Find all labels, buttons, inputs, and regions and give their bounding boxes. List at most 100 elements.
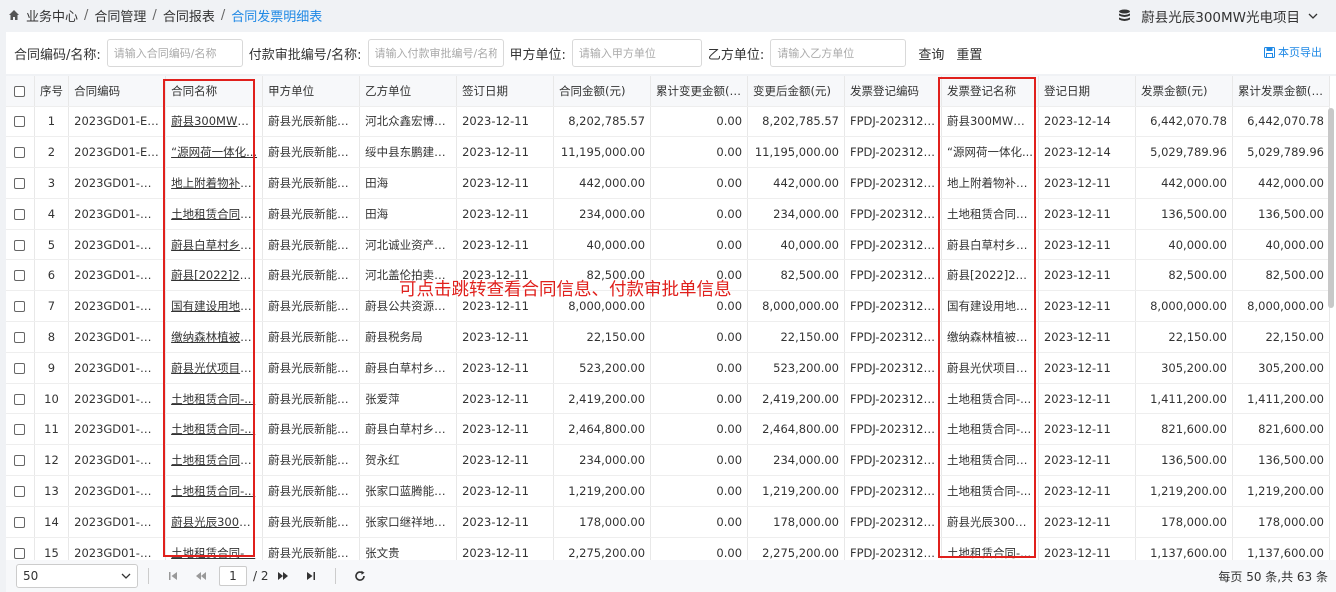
contract-name-link[interactable]: 土地租赁合同-... xyxy=(171,392,255,406)
table-cell-link[interactable]: 蔚县白草村乡楼... xyxy=(941,229,1039,261)
contract-name-link[interactable]: “源网荷一体化... xyxy=(171,145,257,159)
reset-button[interactable]: 重置 xyxy=(956,44,982,63)
table-cell-link[interactable]: 蔚县光辰300M... xyxy=(165,506,264,538)
contract-name-link[interactable]: 地上附着物补偿... xyxy=(171,176,261,190)
contract-search-input[interactable] xyxy=(106,39,243,67)
table-cell-link[interactable]: 地上附着物补偿... xyxy=(941,167,1039,199)
contract-name-link[interactable]: 土地租赁合同楼... xyxy=(171,453,261,467)
table-cell-link[interactable]: 土地租赁合同（... xyxy=(165,198,264,230)
table-cell-link[interactable]: 土地租赁合同-... xyxy=(165,537,264,560)
table-cell-link[interactable]: 地上附着物补偿... xyxy=(165,167,264,199)
table-row[interactable]: 13 2023GD01-D&... 土地租赁合同-... 蔚县光辰新能源... 张家口蓝… xyxy=(6,475,1331,507)
column-header[interactable]: 发票登记名称 xyxy=(941,76,1039,107)
row-checkbox[interactable] xyxy=(6,229,35,261)
table-cell-link[interactable]: 土地租赁合同-... xyxy=(165,413,264,446)
table-cell-link[interactable]: 土地租赁合同-... xyxy=(941,413,1039,446)
row-checkbox[interactable] xyxy=(6,352,35,384)
table-cell-link[interactable]: 蔚县[2022]20号... xyxy=(941,259,1039,292)
contract-name-link[interactable]: 土地租赁合同-... xyxy=(171,484,255,498)
breadcrumb-item-report[interactable]: 合同报表 xyxy=(163,6,215,25)
table-cell-link[interactable]: 蔚县光辰300M... xyxy=(941,506,1039,538)
row-checkbox[interactable] xyxy=(6,106,35,138)
table-cell-link[interactable]: 土地租赁合同-... xyxy=(941,475,1039,507)
table-cell-link[interactable]: 土地租赁合同-... xyxy=(165,383,264,415)
column-header[interactable]: 签订日期 xyxy=(456,76,555,107)
contract-name-link[interactable]: 土地租赁合同-... xyxy=(171,422,255,436)
row-checkbox[interactable] xyxy=(6,506,35,538)
table-cell-link[interactable]: 国有建设用地使... xyxy=(941,290,1039,323)
party-a-input[interactable] xyxy=(571,39,702,67)
table-row[interactable]: 7 2023GD01-D&... 国有建设用地使... 蔚县光辰新能源... 蔚县公共资… xyxy=(6,290,1331,323)
column-header[interactable]: 合同名称 xyxy=(165,76,264,107)
first-page-icon[interactable] xyxy=(163,566,183,586)
select-all-checkbox[interactable] xyxy=(6,76,35,107)
table-row[interactable]: 9 2023GD01-D&... 蔚县光伏项目与... 蔚县光辰新能源... 蔚县白草村… xyxy=(6,352,1331,384)
column-header[interactable]: 发票金额(元) xyxy=(1135,76,1233,107)
table-row[interactable]: 8 2023GD01-D&... 缴纳森林植被恢... 蔚县光辰新能源... 蔚县税务局… xyxy=(6,321,1331,353)
contract-name-link[interactable]: 国有建设用地使... xyxy=(171,299,261,313)
project-selector[interactable]: 蔚县光辰300MW光电项目 xyxy=(1118,6,1318,26)
table-row[interactable]: 14 2023GD01-D&... 蔚县光辰300M... 蔚县光辰新能源... 张家口… xyxy=(6,506,1331,538)
table-row[interactable]: 3 2023GD01-D&... 地上附着物补偿... 蔚县光辰新能源... 田海 202… xyxy=(6,167,1331,199)
row-checkbox[interactable] xyxy=(6,198,35,230)
table-cell-link[interactable]: 土地租赁合同-... xyxy=(165,475,264,507)
column-header[interactable]: 累计发票金额(不含 xyxy=(1232,76,1331,107)
row-checkbox[interactable] xyxy=(6,475,35,507)
row-checkbox[interactable] xyxy=(6,383,35,415)
table-cell-link[interactable]: 蔚县[2022]20号... xyxy=(165,259,264,292)
table-cell-link[interactable]: 蔚县光伏项目与... xyxy=(165,352,264,384)
contract-name-link[interactable]: 缴纳森林植被恢... xyxy=(171,330,261,344)
table-row[interactable]: 2 2023GD01-E&... “源网荷一体化... 蔚县光辰新能源... 绥中县东鹏… xyxy=(6,136,1331,169)
contract-name-link[interactable]: 蔚县白草村乡楼... xyxy=(171,238,261,252)
table-cell-link[interactable]: 蔚县300MW项... xyxy=(941,106,1039,138)
row-checkbox[interactable] xyxy=(6,444,35,477)
current-page-input[interactable]: 1 xyxy=(219,566,247,586)
table-cell-link[interactable]: 蔚县300MW项... xyxy=(165,106,264,138)
table-row[interactable]: 10 2023GD01-D&... 土地租赁合同-... 蔚县光辰新能源... 张爱萍 2… xyxy=(6,383,1331,415)
row-checkbox[interactable] xyxy=(6,290,35,323)
row-checkbox[interactable] xyxy=(6,321,35,353)
table-row[interactable]: 4 2023GD01-D&... 土地租赁合同（... 蔚县光辰新能源... 田海 202… xyxy=(6,198,1331,230)
export-button[interactable]: 本页导出 xyxy=(1264,44,1322,60)
contract-name-link[interactable]: 土地租赁合同（... xyxy=(171,207,261,221)
payment-search-input[interactable] xyxy=(367,39,504,67)
party-b-input[interactable] xyxy=(770,39,907,67)
table-cell-link[interactable]: 蔚县白草村乡楼... xyxy=(165,229,264,261)
contract-name-link[interactable]: 蔚县光伏项目与... xyxy=(171,361,261,375)
table-cell-link[interactable]: “源网荷一体化... xyxy=(941,136,1039,169)
prev-page-icon[interactable] xyxy=(191,566,211,586)
table-cell-link[interactable]: 土地租赁合同-... xyxy=(941,383,1039,415)
query-button[interactable]: 查询 xyxy=(918,44,944,63)
page-size-select[interactable]: 50 xyxy=(16,564,138,588)
table-row[interactable]: 5 2023GD01-D&... 蔚县白草村乡楼... 蔚县光辰新能源... 河北诚业资… xyxy=(6,229,1331,261)
refresh-icon[interactable] xyxy=(350,566,370,586)
row-checkbox[interactable] xyxy=(6,413,35,446)
column-header[interactable]: 登记日期 xyxy=(1038,76,1136,107)
row-checkbox[interactable] xyxy=(6,537,35,560)
column-header[interactable]: 甲方单位 xyxy=(262,76,361,107)
contract-name-link[interactable]: 蔚县光辰300M... xyxy=(171,515,260,529)
table-cell-link[interactable]: 蔚县光伏项目与... xyxy=(941,352,1039,384)
table-row[interactable]: 11 2023GD01-D&... 土地租赁合同-... 蔚县光辰新能源... 蔚县白草… xyxy=(6,413,1331,446)
next-page-icon[interactable] xyxy=(273,566,293,586)
table-row[interactable]: 12 2023GD01-D&... 土地租赁合同楼... 蔚县光辰新能源... 贺永红 2… xyxy=(6,444,1331,477)
row-checkbox[interactable] xyxy=(6,136,35,169)
table-cell-link[interactable]: 土地租赁合同楼... xyxy=(941,444,1039,477)
table-cell-link[interactable]: 土地租赁合同楼... xyxy=(165,444,264,477)
column-header[interactable]: 乙方单位 xyxy=(359,76,458,107)
vertical-scrollbar[interactable] xyxy=(1328,108,1334,308)
last-page-icon[interactable] xyxy=(301,566,321,586)
table-cell-link[interactable]: 土地租赁合同（... xyxy=(941,198,1039,230)
column-header[interactable]: 序号 xyxy=(34,76,70,107)
column-header[interactable]: 累计变更金额(元) xyxy=(650,76,749,107)
column-header[interactable]: 合同金额(元) xyxy=(553,76,652,107)
contract-name-link[interactable]: 土地租赁合同-... xyxy=(171,546,255,560)
table-row[interactable]: 15 2023GD01-D&... 土地租赁合同-... 蔚县光辰新能源... 张文贵 2… xyxy=(6,537,1331,560)
table-row[interactable]: 1 2023GD01-E&... 蔚县300MW项... 蔚县光辰新能源... 河北众鑫… xyxy=(6,106,1331,138)
row-checkbox[interactable] xyxy=(6,167,35,199)
table-cell-link[interactable]: 缴纳森林植被恢... xyxy=(165,321,264,353)
column-header[interactable]: 变更后金额(元) xyxy=(747,76,845,107)
table-cell-link[interactable]: “源网荷一体化... xyxy=(165,136,264,169)
table-row[interactable]: 6 2023GD01-D&... 蔚县[2022]20号... 蔚县光辰新能源... 河… xyxy=(6,259,1331,292)
table-cell-link[interactable]: 缴纳森林植被恢... xyxy=(941,321,1039,353)
